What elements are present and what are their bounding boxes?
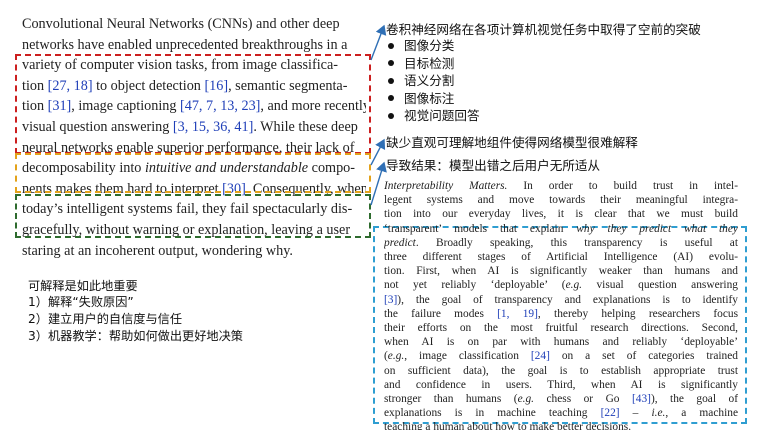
arrow-to-interpretability-note	[370, 138, 386, 166]
bullet-icon	[388, 112, 394, 119]
task-item: 图像分类	[388, 37, 480, 55]
paragraph-line: predict. Broadly speaking, this transpar…	[384, 236, 738, 249]
paragraph-line: not yet reliably ‘deployable’ (e.g. visu…	[384, 279, 738, 292]
importance-list: 1）解释“失败原因” 2）建立用户的自信度与信任 3）机器教学：帮助如何做出更好…	[28, 294, 243, 346]
citation-link[interactable]: [47, 7, 13, 23]	[180, 98, 260, 114]
citation-link[interactable]: [30]	[222, 181, 246, 197]
citation-link[interactable]: [24]	[531, 350, 550, 362]
paragraph-line: [3]), the goal of transparency and expla…	[384, 293, 738, 306]
citation-link[interactable]: [3]	[384, 294, 397, 306]
importance-item: 3）机器教学：帮助如何做出更好地决策	[28, 329, 243, 344]
paragraph-line: variety of computer vision tasks, from i…	[22, 57, 338, 74]
cnn-breakthrough-note: 卷积神经网络在各项计算机视觉任务中取得了空前的突破	[386, 22, 701, 37]
paragraph-line: stronger than humans (e.g. chess or Go […	[384, 393, 738, 406]
paragraph-line: networks have enabled unprecedented brea…	[22, 36, 348, 53]
importance-item: 2）建立用户的自信度与信任	[28, 312, 183, 327]
citation-link[interactable]: [31]	[48, 98, 72, 114]
bullet-icon	[388, 77, 394, 84]
paragraph-line: gracefully, without warning or explanati…	[22, 221, 351, 238]
paragraph-line: staring at an incoherent output, wonderi…	[22, 242, 293, 259]
emphasis-text: predict	[384, 236, 416, 249]
citation-link[interactable]: [27, 18]	[48, 78, 93, 94]
task-item: 语义分割	[388, 72, 480, 90]
paragraph-line: tion [31], image captioning [47, 7, 13, …	[22, 98, 366, 115]
paragraph-line: their efforts on the most fruitful resea…	[384, 322, 738, 335]
arrow-to-breakthrough-note	[370, 24, 387, 61]
paragraph-line: teaching a human about how to make bette…	[384, 421, 632, 430]
left-paragraph: Convolutional Neural Networks (CNNs) and…	[22, 14, 366, 261]
emphasis-text: e.g.	[517, 393, 535, 406]
paragraph-line: and confidence in users. Third, when AI …	[384, 378, 738, 391]
task-item: 目标检测	[388, 55, 480, 73]
paragraph-line: when AI is on par with humans and reliab…	[384, 336, 738, 349]
emphasis-text: e.g.	[565, 279, 583, 292]
bullet-icon	[388, 95, 394, 102]
paragraph-line: decomposability into intuitive and under…	[22, 160, 355, 177]
right-paragraph: Interpretability Matters. In order to bu…	[384, 179, 738, 430]
emphasis-text: why they predict what they	[576, 222, 738, 235]
citation-link[interactable]: [3, 15, 36, 41]	[173, 119, 253, 135]
paragraph-line: neural networks enable superior performa…	[22, 139, 355, 156]
paragraph-line: Interpretability Matters. In order to bu…	[384, 180, 738, 192]
paragraph-line: tion into our everyday lives, it is clea…	[384, 208, 738, 221]
bullet-icon	[388, 42, 394, 49]
task-item: 视觉问题回答	[388, 107, 480, 125]
emphasis-text: Interpretability Matters.	[384, 180, 508, 192]
paragraph-line: nents makes them hard to interpret [30].…	[22, 180, 366, 197]
paragraph-line: tion. First, when AI is significantly we…	[384, 265, 738, 278]
paragraph-line: three different stages of Artificial Int…	[384, 251, 738, 264]
citation-link[interactable]: [1, 19]	[497, 308, 538, 320]
paragraph-line: legent systems and move towards their me…	[384, 194, 738, 207]
task-item: 图像标注	[388, 90, 480, 108]
citation-link[interactable]: [43]	[632, 393, 651, 405]
paragraph-line: Convolutional Neural Networks (CNNs) and…	[22, 16, 340, 32]
bullet-icon	[388, 60, 394, 67]
citation-link[interactable]: [22]	[601, 407, 620, 419]
importance-title: 可解释是如此地重要	[28, 279, 138, 293]
importance-item: 1）解释“失败原因”	[28, 295, 134, 309]
citation-link[interactable]: [16]	[204, 78, 228, 94]
paragraph-line: tion [27, 18] to object detection [16], …	[22, 77, 348, 94]
paragraph-line: (e.g., image classification [24] on a se…	[384, 350, 738, 363]
paragraph-line: on sufficient data), the goal is to esta…	[384, 364, 738, 377]
emphasis-text: e.g.	[387, 350, 405, 363]
emphasis-text: i.e.	[651, 407, 666, 420]
paragraph-line: explanations is in machine teaching [22]…	[384, 407, 738, 420]
emphasis-text: intuitive and understandable	[144, 160, 309, 177]
interpretability-lack-note: 缺少直观可理解地组件使得网络模型很难解释	[386, 135, 638, 150]
arrow-to-failure-note	[370, 161, 387, 206]
paragraph-line: today’s intelligent systems fail, they f…	[22, 201, 353, 218]
task-list: 图像分类 目标检测 语义分割 图像标注 视觉问题回答	[388, 37, 480, 125]
paragraph-line: ‘transparent’ models that explain why th…	[384, 222, 738, 235]
failure-consequence-note: 导致结果：模型出错之后用户无所适从	[386, 158, 601, 173]
paragraph-line: visual question answering [3, 15, 36, 41…	[22, 118, 358, 135]
paragraph-line: the failure modes [1, 19], thereby helpi…	[384, 307, 738, 320]
